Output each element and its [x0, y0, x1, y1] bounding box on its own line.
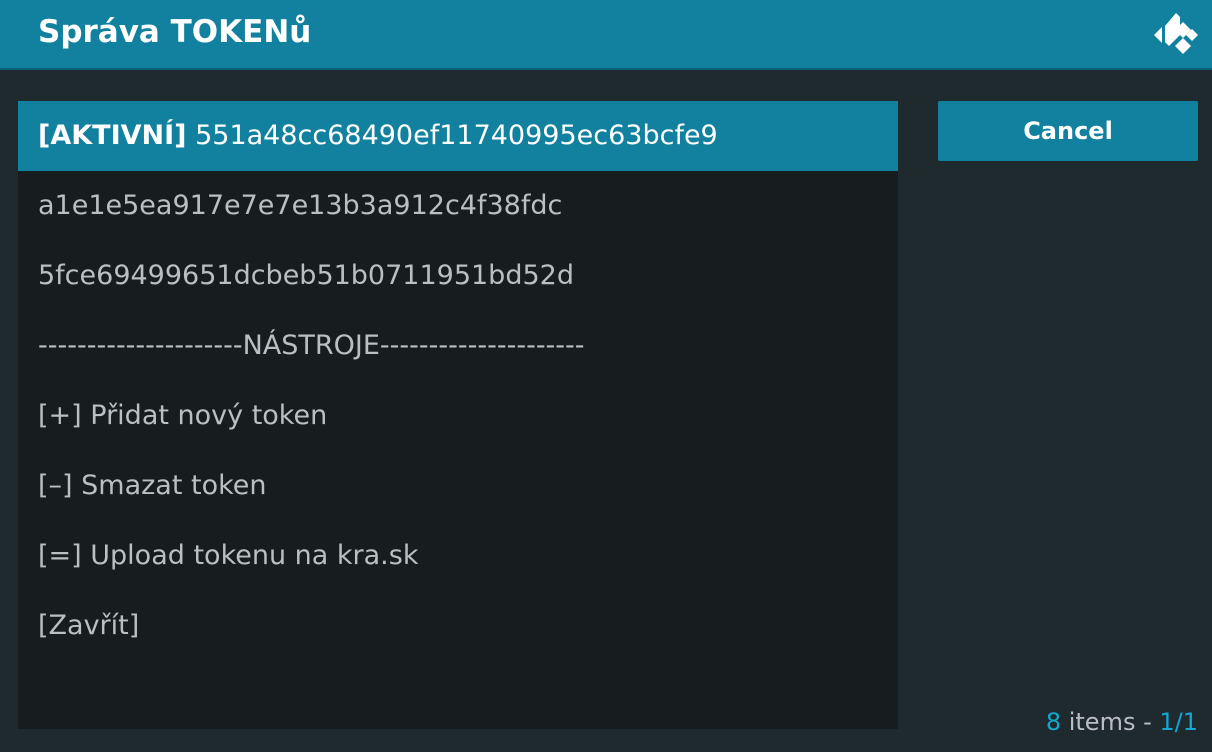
list-item-tools-separator[interactable]: ---------------------NÁSTROJE-----------… — [18, 311, 898, 381]
list-item-upload-token[interactable]: [=] Upload tokenu na kra.sk — [18, 521, 898, 591]
dialog-title: Správa TOKENů — [38, 14, 312, 50]
list-item-active-token[interactable]: [AKTIVNÍ] 551a48cc68490ef11740995ec63bcf… — [18, 101, 898, 171]
list-item-close[interactable]: [Zavřít] — [18, 591, 898, 661]
page-indicator: 1/1 — [1159, 708, 1198, 736]
list-item-token[interactable]: 5fce69499651dcbeb51b0711951bd52d — [18, 241, 898, 311]
active-status-badge: [AKTIVNÍ] — [38, 120, 187, 151]
list-item-delete-token[interactable]: [–] Smazat token — [18, 451, 898, 521]
cancel-button[interactable]: Cancel — [938, 101, 1198, 161]
list-item-add-token[interactable]: [+] Přidat nový token — [18, 381, 898, 451]
side-panel: Cancel — [938, 101, 1198, 161]
token-list: [AKTIVNÍ] 551a48cc68490ef11740995ec63bcf… — [18, 101, 898, 729]
dialog-header: Správa TOKENů — [0, 0, 1212, 70]
kodi-logo-icon — [1154, 13, 1198, 54]
item-count-number: 8 — [1045, 708, 1062, 736]
item-count-label: items - — [1061, 708, 1160, 736]
active-token-value: 551a48cc68490ef11740995ec63bcfe9 — [186, 120, 718, 151]
item-count: 8 items - 1/1 — [1046, 708, 1198, 736]
token-manager-dialog: Správa TOKENů [AKTIVNÍ] 551a48cc68490ef1… — [0, 0, 1212, 752]
list-item-token[interactable]: a1e1e5ea917e7e7e13b3a912c4f38fdc — [18, 171, 898, 241]
